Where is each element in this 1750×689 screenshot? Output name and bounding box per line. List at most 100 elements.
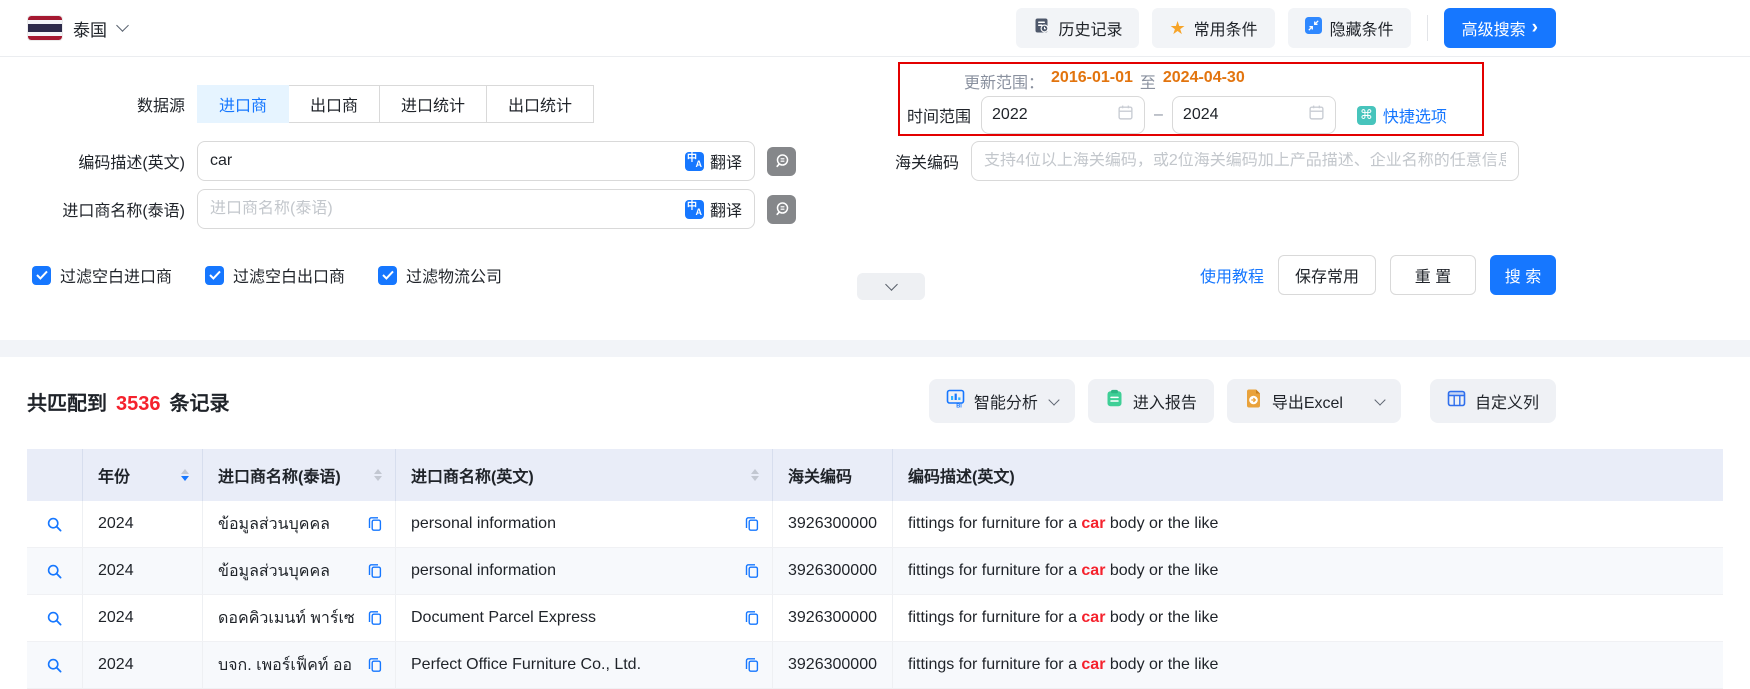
update-range-to: 至 bbox=[1140, 69, 1156, 93]
year-cell: 2024 bbox=[98, 562, 134, 580]
checkbox-checked-icon bbox=[378, 266, 397, 285]
translate-button[interactable]: 中A 翻译 bbox=[685, 149, 742, 173]
export-excel-button[interactable]: 导出Excel bbox=[1227, 379, 1401, 423]
advanced-search-button[interactable]: 高级搜索 › bbox=[1444, 8, 1556, 48]
favorites-button[interactable]: ★ 常用条件 bbox=[1152, 8, 1274, 48]
view-detail-icon[interactable] bbox=[46, 516, 63, 533]
copy-icon[interactable] bbox=[744, 563, 760, 579]
update-range: 更新范围： 2016-01-01 至 2024-04-30 bbox=[964, 69, 1482, 93]
translate-button[interactable]: 中A 翻译 bbox=[685, 197, 742, 221]
copy-icon[interactable] bbox=[744, 657, 760, 673]
time-range-label: 时间范围 bbox=[907, 103, 971, 127]
copy-icon[interactable] bbox=[367, 516, 383, 532]
chevron-down-icon bbox=[885, 278, 898, 291]
view-detail-icon[interactable] bbox=[46, 610, 63, 627]
header-importer-en[interactable]: 进口商名称(英文) bbox=[395, 449, 772, 501]
hs-code-cell: 3926300000 bbox=[788, 609, 877, 627]
code-desc-input[interactable] bbox=[210, 152, 685, 170]
filter-blank-exporter-checkbox[interactable]: 过滤空白出口商 bbox=[205, 263, 345, 287]
search-button[interactable]: 搜 索 bbox=[1490, 255, 1556, 295]
importer-name-field[interactable]: 中A 翻译 bbox=[197, 189, 755, 229]
end-year-field[interactable] bbox=[1172, 96, 1336, 134]
copy-icon[interactable] bbox=[744, 610, 760, 626]
copy-icon[interactable] bbox=[367, 563, 383, 579]
history-icon bbox=[1033, 17, 1050, 39]
customize-columns-button[interactable]: 自定义列 bbox=[1430, 379, 1556, 423]
view-detail-icon[interactable] bbox=[46, 563, 63, 580]
importer-thai-cell: ข้อมูลส่วนบุคคล bbox=[218, 559, 330, 584]
time-range-highlight-box: 更新范围： 2016-01-01 至 2024-04-30 时间范围 – ⌘ 快… bbox=[898, 62, 1484, 136]
importer-en-cell: personal information bbox=[411, 515, 556, 533]
customize-columns-label: 自定义列 bbox=[1475, 389, 1539, 413]
table-row[interactable]: 2024 บจก. เพอร์เฟ็คท์ ออ Perfect Office … bbox=[27, 642, 1723, 689]
update-range-start: 2016-01-01 bbox=[1051, 69, 1133, 93]
code-desc-cell: fittings for furniture for a car body or… bbox=[908, 609, 1218, 627]
importer-name-label: 进口商名称(泰语) bbox=[28, 197, 185, 221]
save-favorite-button[interactable]: 保存常用 bbox=[1278, 255, 1376, 295]
tutorial-link[interactable]: 使用教程 bbox=[1200, 263, 1264, 287]
sort-icon[interactable] bbox=[751, 469, 759, 481]
header-year[interactable]: 年份 bbox=[82, 449, 202, 501]
code-desc-field[interactable]: 中A 翻译 bbox=[197, 141, 755, 181]
header-hs-code: 海关编码 bbox=[772, 449, 892, 501]
expand-more-button[interactable] bbox=[857, 273, 925, 300]
table-row[interactable]: 2024 ข้อมูลส่วนบุคคล personal informatio… bbox=[27, 548, 1723, 595]
star-icon: ★ bbox=[1169, 19, 1185, 37]
hs-code-cell: 3926300000 bbox=[788, 515, 877, 533]
smart-analysis-button[interactable]: BI 智能分析 bbox=[929, 379, 1075, 423]
tab-exporter[interactable]: 出口商 bbox=[288, 85, 380, 123]
year-cell: 2024 bbox=[98, 609, 134, 627]
summary-suffix: 条记录 bbox=[170, 387, 230, 416]
importer-en-cell: Perfect Office Furniture Co., Ltd. bbox=[411, 656, 641, 674]
thailand-flag-icon bbox=[28, 16, 62, 40]
hs-code-input[interactable] bbox=[984, 152, 1506, 170]
checkbox-label: 过滤空白进口商 bbox=[60, 263, 172, 287]
arrow-right-icon: › bbox=[1532, 18, 1538, 37]
tab-import-stats[interactable]: 进口统计 bbox=[379, 85, 487, 123]
start-year-field[interactable] bbox=[981, 96, 1145, 134]
importer-name-input[interactable] bbox=[210, 200, 685, 218]
topbar: 泰国 历史记录 ★ 常用条件 隐藏条件 高级搜索 › bbox=[0, 0, 1750, 57]
checkbox-checked-icon bbox=[205, 266, 224, 285]
exact-match-icon[interactable] bbox=[767, 147, 796, 176]
history-button[interactable]: 历史记录 bbox=[1016, 8, 1139, 48]
table-columns-icon bbox=[1447, 389, 1466, 413]
end-year-input[interactable] bbox=[1183, 106, 1308, 124]
sort-icon[interactable] bbox=[181, 469, 189, 481]
tab-export-stats[interactable]: 出口统计 bbox=[486, 85, 594, 123]
tab-importer[interactable]: 进口商 bbox=[197, 85, 289, 123]
bi-chart-icon: BI bbox=[946, 389, 965, 413]
copy-icon[interactable] bbox=[744, 516, 760, 532]
filter-logistics-checkbox[interactable]: 过滤物流公司 bbox=[378, 263, 502, 287]
enter-report-button[interactable]: 进入报告 bbox=[1088, 379, 1214, 423]
results-table: 年份 进口商名称(泰语) 进口商名称(英文) 海关编码 编码描述(英文) 202… bbox=[27, 449, 1723, 689]
filter-blank-importer-checkbox[interactable]: 过滤空白进口商 bbox=[32, 263, 172, 287]
exact-match-icon[interactable] bbox=[767, 195, 796, 224]
history-label: 历史记录 bbox=[1058, 16, 1122, 40]
checkbox-label: 过滤空白出口商 bbox=[233, 263, 345, 287]
copy-icon[interactable] bbox=[367, 610, 383, 626]
command-icon: ⌘ bbox=[1357, 106, 1376, 125]
chevron-down-icon[interactable] bbox=[1374, 394, 1385, 405]
hs-code-field[interactable] bbox=[971, 141, 1519, 181]
results-summary: 共匹配到 3536 条记录 bbox=[27, 387, 230, 416]
table-row[interactable]: 2024 ข้อมูลส่วนบุคคล personal informatio… bbox=[27, 501, 1723, 548]
start-year-input[interactable] bbox=[992, 106, 1117, 124]
hide-conditions-button[interactable]: 隐藏条件 bbox=[1288, 8, 1411, 48]
header-importer-thai[interactable]: 进口商名称(泰语) bbox=[202, 449, 395, 501]
reset-button[interactable]: 重 置 bbox=[1390, 255, 1476, 295]
report-icon bbox=[1105, 389, 1124, 413]
summary-prefix: 共匹配到 bbox=[27, 387, 107, 416]
country-selector-label[interactable]: 泰国 bbox=[73, 16, 107, 41]
filter-section: 数据源 进口商 出口商 进口统计 出口统计 更新范围： 2016-01-01 至… bbox=[0, 57, 1750, 340]
table-row[interactable]: 2024 ดอคคิวเมนท์ พาร์เซ Document Parcel … bbox=[27, 595, 1723, 642]
sort-icon[interactable] bbox=[374, 469, 382, 481]
view-detail-icon[interactable] bbox=[46, 657, 63, 674]
year-cell: 2024 bbox=[98, 515, 134, 533]
copy-icon[interactable] bbox=[367, 657, 383, 673]
section-divider bbox=[0, 340, 1750, 357]
chevron-down-icon[interactable] bbox=[116, 19, 129, 32]
quick-options-button[interactable]: ⌘ 快捷选项 bbox=[1357, 103, 1447, 127]
results-section: 共匹配到 3536 条记录 BI 智能分析 进入报告 导出Excel 自定义列 bbox=[0, 378, 1750, 689]
hs-code-cell: 3926300000 bbox=[788, 656, 877, 674]
